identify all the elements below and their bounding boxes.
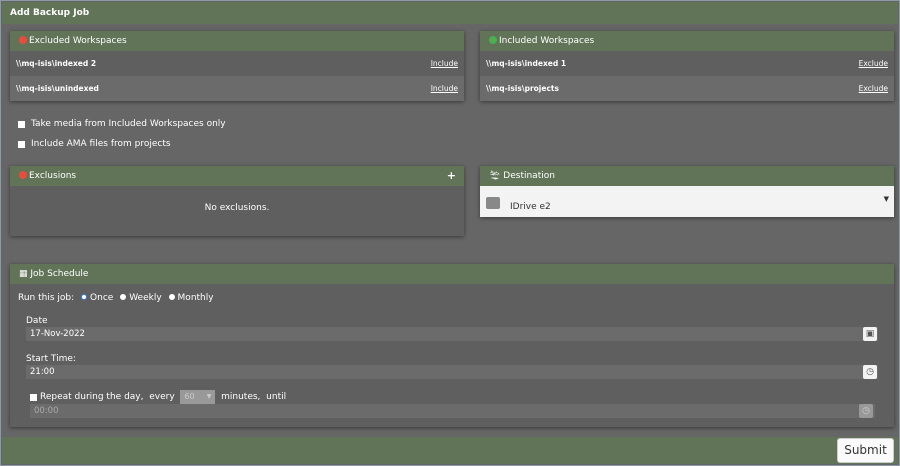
ama-checkbox[interactable]: Include AMA files from projects <box>18 139 171 149</box>
list-item: \\mq-isis\unindexed Include <box>10 76 464 101</box>
radio-once[interactable] <box>81 294 88 300</box>
start-time-input[interactable]: 21:00 <box>26 365 878 379</box>
destination-value: IDrive e2 <box>510 202 551 212</box>
list-item: \\mq-isis\projects Exclude <box>480 76 894 101</box>
excluded-title: Excluded Workspaces <box>29 36 127 46</box>
radio-monthly[interactable] <box>168 294 175 300</box>
media-only-checkbox[interactable]: Take media from Included Workspaces only <box>18 119 226 129</box>
empty-message: No exclusions. <box>204 203 270 213</box>
schedule-title: Job Schedule <box>30 269 89 279</box>
list-item: \\mq-isis\indexed 1 Exclude <box>480 51 894 76</box>
list-item: \\mq-isis\indexed 2 Include <box>10 51 464 76</box>
exclusions-title: Exclusions <box>29 171 77 181</box>
exclude-link[interactable]: Exclude <box>859 76 888 101</box>
workspace-path: \\mq-isis\indexed 2 <box>16 59 97 68</box>
checkbox-label: Include AMA files from projects <box>31 139 171 149</box>
checkbox-label: Take media from Included Workspaces only <box>31 119 226 129</box>
submit-button[interactable]: Submit <box>837 438 894 463</box>
calendar-icon: ▦ <box>19 269 31 279</box>
repeat-label: Repeat during the day, <box>40 392 144 402</box>
clock-icon: ◷ <box>859 404 873 418</box>
add-exclusion-button[interactable]: + <box>447 166 456 186</box>
checkbox[interactable] <box>18 120 25 128</box>
repeat-checkbox[interactable] <box>30 393 37 401</box>
exclusions-icon <box>19 171 27 179</box>
until-input[interactable]: 00:00 <box>30 404 875 418</box>
run-label: Run this job: <box>18 293 75 303</box>
until-label: until <box>266 392 287 402</box>
window: Add Backup Job Excluded Workspaces \\mq-… <box>0 0 900 466</box>
destination-select[interactable]: IDrive e2 ▼ <box>480 186 894 217</box>
exclude-link[interactable]: Exclude <box>859 51 888 76</box>
checkbox[interactable] <box>18 140 25 148</box>
landing-icon: 🛬︎ <box>489 171 504 181</box>
radio-label: Monthly <box>177 293 214 303</box>
page-title: Add Backup Job <box>2 2 898 24</box>
radio-weekly[interactable] <box>120 294 127 300</box>
excluded-icon <box>19 36 27 44</box>
repeat-row: Repeat during the day, every 60 ▼ minutes… <box>30 390 286 404</box>
include-link[interactable]: Include <box>431 76 458 101</box>
workspace-path: \\mq-isis\unindexed <box>16 84 99 93</box>
radio-label: Once <box>90 293 114 303</box>
date-input[interactable]: 17-Nov-2022 <box>26 327 878 341</box>
run-options: Run this job: Once Weekly Monthly <box>18 293 214 303</box>
minutes-select[interactable]: 60 ▼ <box>180 390 216 404</box>
destination-title: Destination <box>503 171 555 181</box>
included-icon <box>489 36 497 44</box>
included-title: Included Workspaces <box>499 36 595 46</box>
calendar-picker-icon[interactable]: ▣ <box>863 327 877 341</box>
clock-icon[interactable]: ◷ <box>863 365 877 379</box>
start-time-label: Start Time: <box>26 354 76 364</box>
destination-panel: 🛬︎ Destination IDrive e2 ▼ <box>480 166 894 217</box>
minutes-value: 60 <box>184 392 195 401</box>
radio-label: Weekly <box>129 293 162 303</box>
minutes-label: minutes, <box>221 392 261 402</box>
chevron-down-icon: ▼ <box>883 195 889 203</box>
workspace-path: \\mq-isis\projects <box>486 84 559 93</box>
workspace-path: \\mq-isis\indexed 1 <box>486 59 567 68</box>
include-link[interactable]: Include <box>431 51 458 76</box>
footer: Submit <box>2 437 898 464</box>
included-workspaces-panel: Included Workspaces \\mq-isis\indexed 1 E… <box>480 31 894 101</box>
every-label: every <box>149 392 175 402</box>
exclusions-panel: Exclusions + No exclusions. <box>10 166 464 236</box>
chevron-down-icon: ▼ <box>206 393 212 400</box>
storage-icon <box>486 197 500 209</box>
job-schedule-panel: ▦ Job Schedule Run this job: Once Weekly… <box>10 264 894 427</box>
date-label: Date <box>26 316 48 326</box>
excluded-workspaces-panel: Excluded Workspaces \\mq-isis\indexed 2 I… <box>10 31 464 101</box>
